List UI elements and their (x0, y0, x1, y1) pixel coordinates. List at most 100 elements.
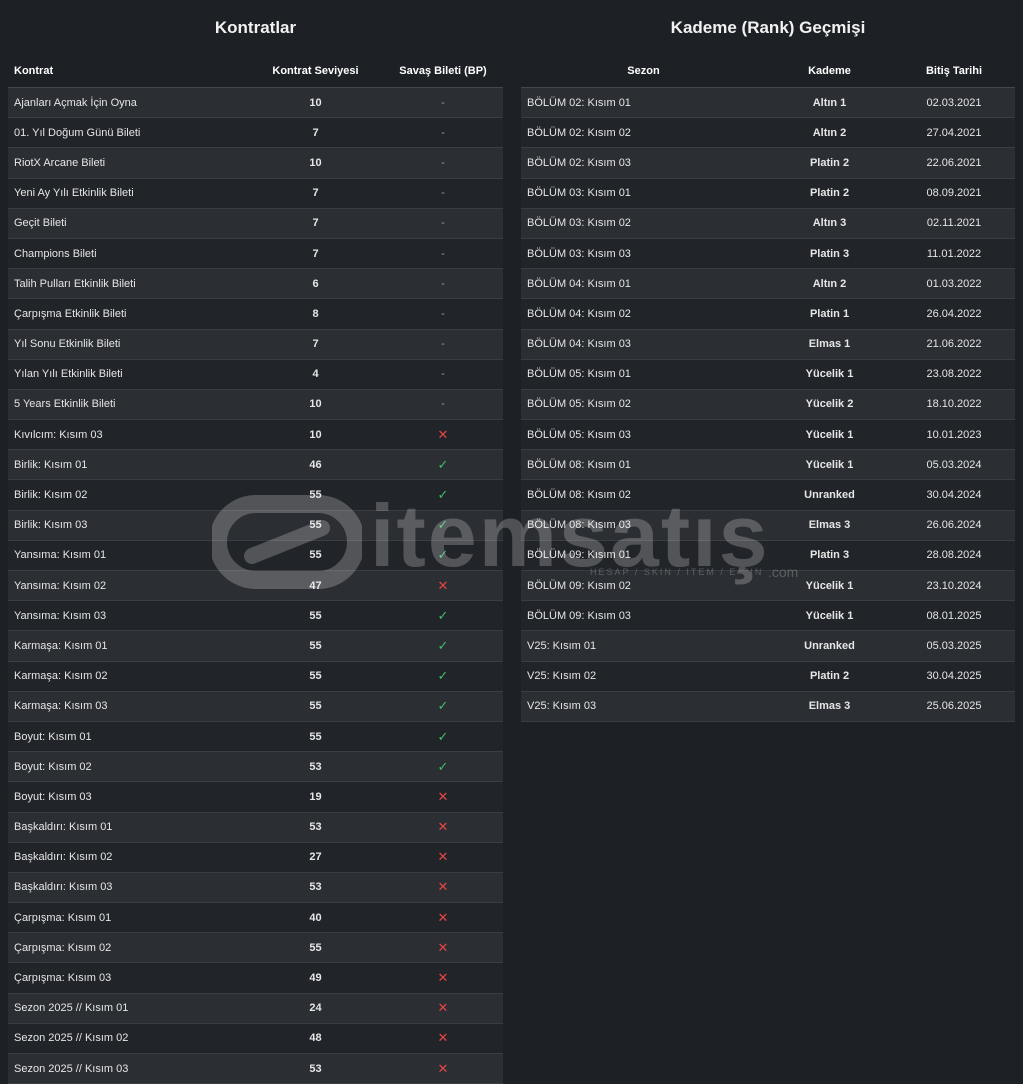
rank-value: Platin 2 (766, 178, 893, 209)
season-name: BÖLÜM 03: Kısım 01 (521, 178, 766, 209)
battle-pass-value: - (383, 178, 503, 209)
contract-level: 55 (248, 600, 383, 632)
contract-name: Çarpışma: Kısım 02 (8, 932, 248, 964)
end-date: 01.03.2022 (893, 268, 1015, 300)
contract-row: Çarpışma: Kısım 01 40 ✕ (8, 902, 503, 934)
end-date: 30.04.2024 (893, 479, 1015, 511)
cross-icon: ✕ (383, 902, 503, 934)
cross-icon: ✕ (383, 812, 503, 843)
rank-row: BÖLÜM 05: Kısım 03 Yücelik 1 10.01.2023 (521, 419, 1015, 451)
rank-column-header: Kademe (766, 55, 893, 88)
contract-level: 48 (248, 1023, 383, 1055)
contract-name: Yansıma: Kısım 03 (8, 600, 248, 632)
cross-icon: ✕ (383, 570, 503, 602)
contracts-header-row: Kontrat Kontrat Seviyesi Savaş Bileti (B… (8, 55, 503, 88)
check-icon: ✓ (383, 479, 503, 511)
contract-row: Yıl Sonu Etkinlik Bileti 7- (8, 329, 503, 360)
contract-level: 55 (248, 721, 383, 753)
rank-row: BÖLÜM 02: Kısım 02 Altın 2 27.04.2021 (521, 117, 1015, 149)
contract-level: 40 (248, 902, 383, 934)
rank-row: BÖLÜM 08: Kısım 03 Elmas 3 26.06.2024 (521, 510, 1015, 541)
contract-name: Sezon 2025 // Kısım 02 (8, 1023, 248, 1055)
rank-row: BÖLÜM 04: Kısım 03 Elmas 1 21.06.2022 (521, 329, 1015, 360)
contract-row: Sezon 2025 // Kısım 03 53 ✕ (8, 1053, 503, 1084)
contract-row: Başkaldırı: Kısım 01 53 ✕ (8, 812, 503, 843)
contracts-title: Kontratlar (214, 18, 297, 37)
contract-level: 53 (248, 812, 383, 843)
season-name: BÖLÜM 04: Kısım 01 (521, 268, 766, 300)
rank-value: Unranked (766, 630, 893, 662)
contract-level-column-header: Kontrat Seviyesi (248, 55, 383, 88)
rank-value: Elmas 3 (766, 691, 893, 722)
end-date: 26.04.2022 (893, 298, 1015, 330)
cross-icon: ✕ (383, 781, 503, 813)
contract-row: Karmaşa: Kısım 02 55 ✓ (8, 661, 503, 692)
contract-name: Champions Bileti (8, 238, 248, 270)
season-name: BÖLÜM 05: Kısım 01 (521, 359, 766, 390)
season-name: BÖLÜM 05: Kısım 03 (521, 419, 766, 451)
contract-row: Başkaldırı: Kısım 03 53 ✕ (8, 872, 503, 904)
cross-icon: ✕ (383, 419, 503, 451)
contract-row: Kıvılcım: Kısım 03 10 ✕ (8, 419, 503, 451)
rank-value: Yücelik 1 (766, 419, 893, 451)
contract-name: Birlik: Kısım 03 (8, 510, 248, 541)
contract-row: RiotX Arcane Bileti 10- (8, 147, 503, 179)
contract-row: Karmaşa: Kısım 03 55 ✓ (8, 691, 503, 722)
contract-name: Sezon 2025 // Kısım 01 (8, 993, 248, 1024)
rank-row: V25: Kısım 02 Platin 2 30.04.2025 (521, 661, 1015, 692)
battle-pass-value: - (383, 329, 503, 360)
battle-pass-value: - (383, 359, 503, 390)
contract-row: Başkaldırı: Kısım 02 27 ✕ (8, 842, 503, 873)
contract-name: Sezon 2025 // Kısım 03 (8, 1053, 248, 1084)
season-name: BÖLÜM 02: Kısım 03 (521, 147, 766, 179)
rank-row: BÖLÜM 08: Kısım 01 Yücelik 1 05.03.2024 (521, 449, 1015, 481)
season-name: BÖLÜM 08: Kısım 03 (521, 510, 766, 541)
contract-row: Champions Bileti 7- (8, 238, 503, 270)
contract-row: Talih Pulları Etkinlik Bileti 6- (8, 268, 503, 300)
rank-row: BÖLÜM 03: Kısım 03 Platin 3 11.01.2022 (521, 238, 1015, 270)
contract-name: 01. Yıl Doğum Günü Bileti (8, 117, 248, 149)
contract-level: 7 (248, 117, 383, 149)
contract-level: 27 (248, 842, 383, 873)
check-icon: ✓ (383, 630, 503, 662)
rank-value: Yücelik 1 (766, 449, 893, 481)
contract-name: Yıl Sonu Etkinlik Bileti (8, 329, 248, 360)
contract-name: Çarpışma: Kısım 01 (8, 902, 248, 934)
battle-pass-value: - (383, 389, 503, 421)
season-name: BÖLÜM 03: Kısım 02 (521, 208, 766, 239)
contract-name: Yeni Ay Yılı Etkinlik Bileti (8, 178, 248, 209)
contract-name: Karmaşa: Kısım 01 (8, 630, 248, 662)
contract-level: 8 (248, 298, 383, 330)
contract-row: Çarpışma: Kısım 02 55 ✕ (8, 932, 503, 964)
contract-row: Birlik: Kısım 02 55 ✓ (8, 479, 503, 511)
season-name: BÖLÜM 08: Kısım 01 (521, 449, 766, 481)
season-name: V25: Kısım 03 (521, 691, 766, 722)
rank-row: BÖLÜM 03: Kısım 02 Altın 3 02.11.2021 (521, 208, 1015, 239)
end-date: 05.03.2024 (893, 449, 1015, 481)
rank-history-table: Sezon Kademe Bitiş Tarihi BÖLÜM 02: Kısı… (521, 55, 1015, 722)
contract-row: Sezon 2025 // Kısım 01 24 ✕ (8, 993, 503, 1024)
contract-level: 53 (248, 872, 383, 904)
rank-row: BÖLÜM 05: Kısım 02 Yücelik 2 18.10.2022 (521, 389, 1015, 421)
end-date: 11.01.2022 (893, 238, 1015, 270)
contract-level: 7 (248, 238, 383, 270)
season-name: BÖLÜM 02: Kısım 02 (521, 117, 766, 149)
cross-icon: ✕ (383, 1053, 503, 1084)
contract-row: Sezon 2025 // Kısım 02 48 ✕ (8, 1023, 503, 1055)
season-name: BÖLÜM 02: Kısım 01 (521, 87, 766, 119)
contract-row: Birlik: Kısım 03 55 ✓ (8, 510, 503, 541)
end-date: 08.09.2021 (893, 178, 1015, 209)
season-name: BÖLÜM 08: Kısım 02 (521, 479, 766, 511)
rank-row: BÖLÜM 09: Kısım 03 Yücelik 1 08.01.2025 (521, 600, 1015, 632)
cross-icon: ✕ (383, 872, 503, 904)
contract-row: 5 Years Etkinlik Bileti 10- (8, 389, 503, 421)
contract-name: RiotX Arcane Bileti (8, 147, 248, 179)
contract-row: 01. Yıl Doğum Günü Bileti 7- (8, 117, 503, 149)
rank-value: Yücelik 1 (766, 359, 893, 390)
rank-value: Altın 2 (766, 117, 893, 149)
contract-name: Kıvılcım: Kısım 03 (8, 419, 248, 451)
contract-level: 47 (248, 570, 383, 602)
season-name: BÖLÜM 04: Kısım 02 (521, 298, 766, 330)
end-date: 23.10.2024 (893, 570, 1015, 602)
contract-row: Boyut: Kısım 02 53 ✓ (8, 751, 503, 783)
